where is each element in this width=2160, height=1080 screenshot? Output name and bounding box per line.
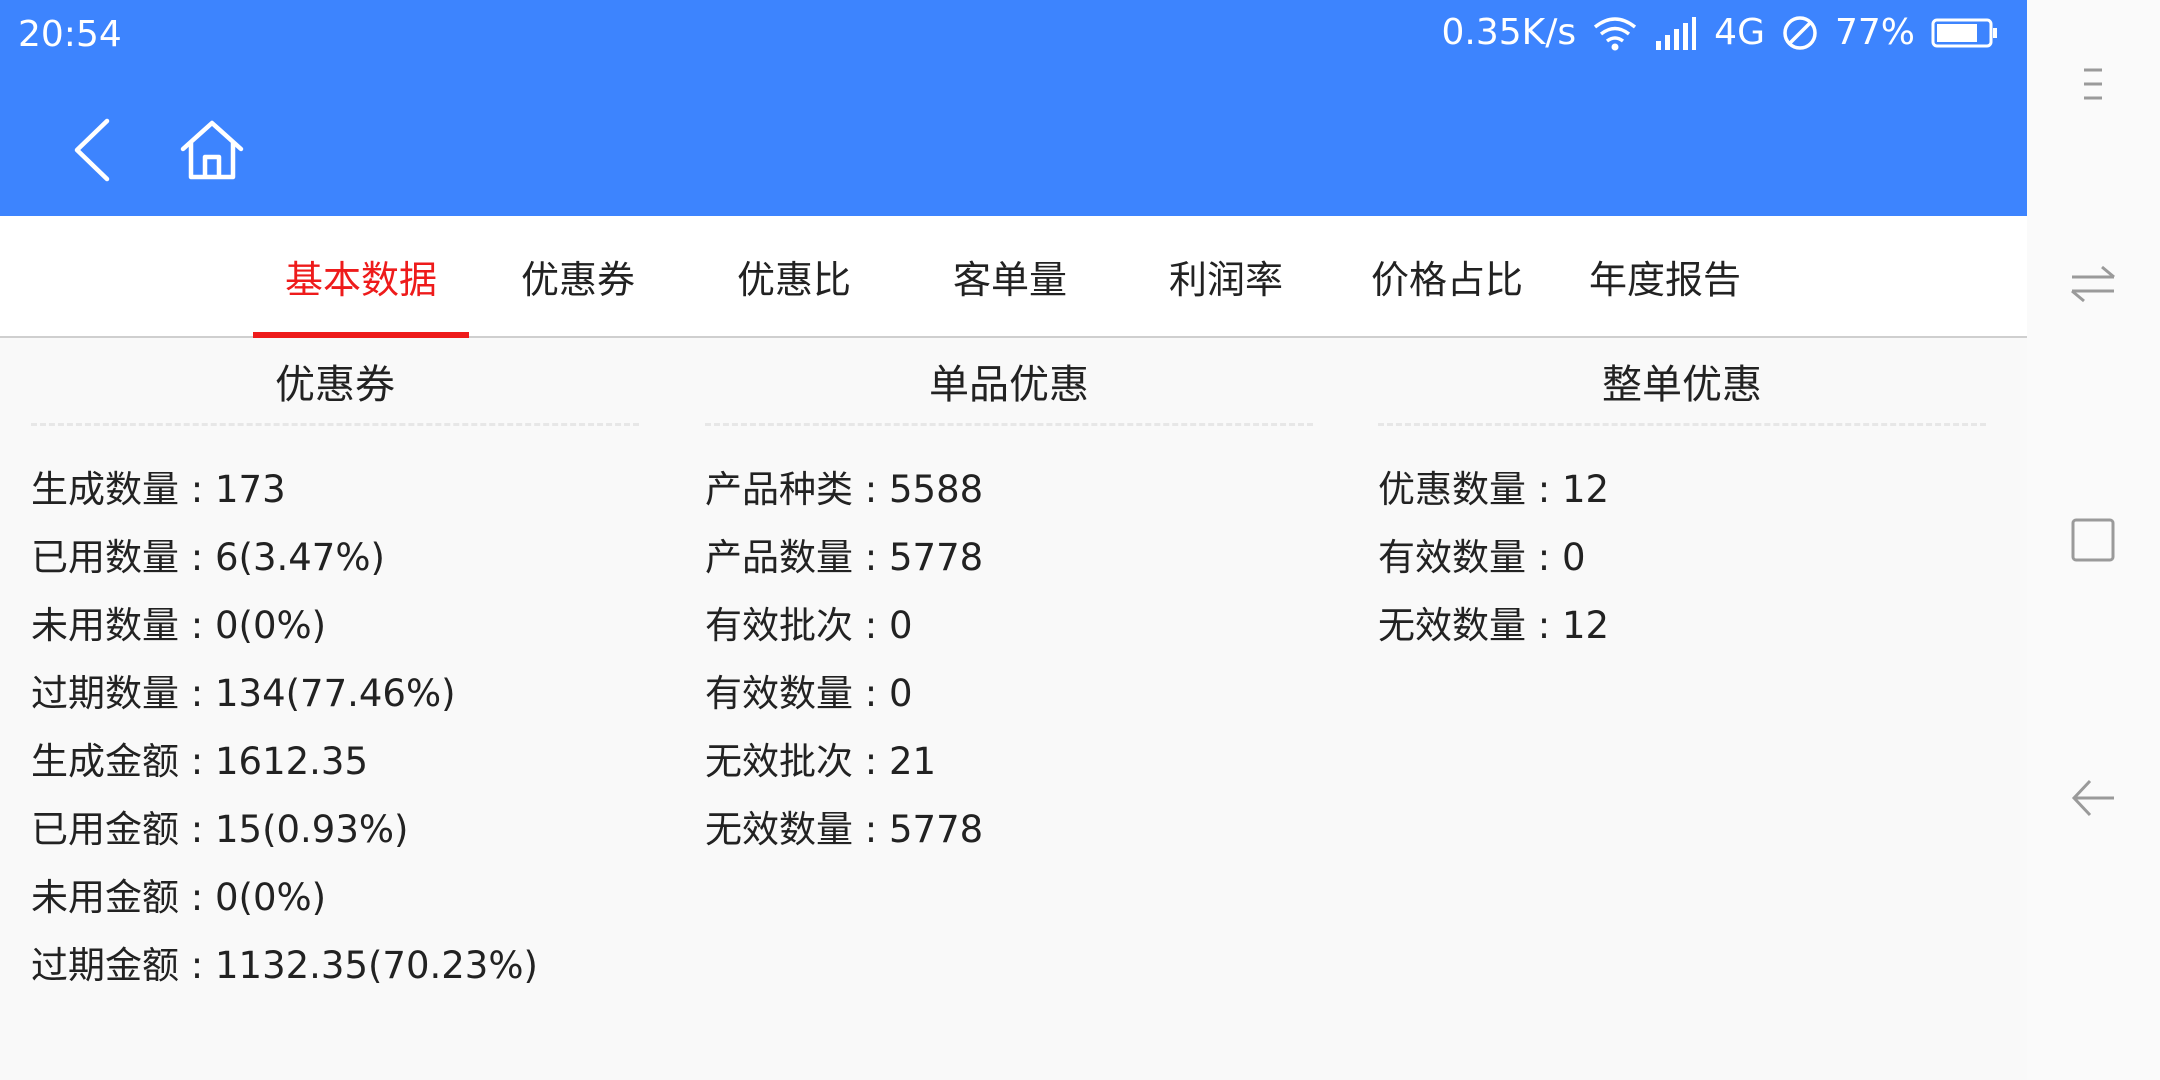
system-nav-bar [2027,0,2160,1080]
tab-basic-data[interactable]: 基本数据 [253,216,469,338]
stat-row: 有效数量 : 0 [1378,536,1586,579]
recent-apps-icon [2071,518,2115,562]
blocked-icon [1781,14,1819,52]
back-button[interactable] [52,110,132,190]
section-title: 优惠券 [31,338,639,426]
home-button[interactable] [172,110,252,190]
tab-order-volume[interactable]: 客单量 [902,216,1118,336]
section-title: 整单优惠 [1378,338,1986,426]
app-screen: 20:54 0.35K/s 4G 77% 基本数据 优惠券 优惠比 客单量 利润… [0,0,2027,1080]
stat-row: 产品种类 : 5588 [705,468,984,511]
stat-row: 未用金额 : 0(0%) [31,876,327,919]
menu-icon [2084,68,2102,100]
switch-button[interactable] [2053,244,2133,324]
section-title: 单品优惠 [705,338,1313,426]
stat-row: 已用金额 : 15(0.93%) [31,808,409,851]
stat-row: 已用数量 : 6(3.47%) [31,536,385,579]
stat-row: 有效数量 : 0 [705,672,913,715]
whole-order-discount-section: 整单优惠 优惠数量 : 12 有效数量 : 0 无效数量 : 12 [1378,338,1986,660]
wifi-icon [1592,15,1638,51]
network-type: 4G [1714,12,1765,53]
stat-row: 生成金额 : 1612.35 [31,740,368,783]
stat-row: 优惠数量 : 12 [1378,468,1610,511]
signal-icon [1654,15,1698,51]
stat-row: 无效数量 : 5778 [705,808,984,851]
tab-profit-rate[interactable]: 利润率 [1118,216,1334,336]
stat-row: 有效批次 : 0 [705,604,913,647]
menu-button[interactable] [2053,44,2133,124]
back-arrow-icon [74,118,110,182]
tab-bar: 基本数据 优惠券 优惠比 客单量 利润率 价格占比 年度报告 [0,216,2027,338]
tab-annual-report[interactable]: 年度报告 [1560,216,1770,336]
home-icon [180,120,244,180]
recent-apps-button[interactable] [2053,500,2133,580]
stat-row: 未用数量 : 0(0%) [31,604,327,647]
system-back-button[interactable] [2053,758,2133,838]
status-time: 20:54 [18,14,122,55]
header-bar: 20:54 0.35K/s 4G 77% [0,0,2027,216]
stat-row: 生成数量 : 173 [31,468,286,511]
tab-discount-ratio[interactable]: 优惠比 [686,216,902,336]
network-speed: 0.35K/s [1441,12,1577,53]
tab-coupons[interactable]: 优惠券 [470,216,686,336]
single-item-discount-section: 单品优惠 产品种类 : 5588 产品数量 : 5778 有效批次 : 0 有效… [705,338,1313,864]
stat-row: 无效批次 : 21 [705,740,937,783]
back-icon [2071,779,2114,817]
tab-price-share[interactable]: 价格占比 [1334,216,1560,336]
stat-row: 过期金额 : 1132.35(70.23%) [31,944,538,987]
content-area: 优惠券 生成数量 : 173 已用数量 : 6(3.47%) 未用数量 : 0(… [0,338,2027,1080]
coupon-section: 优惠券 生成数量 : 173 已用数量 : 6(3.47%) 未用数量 : 0(… [31,338,639,1000]
battery-percent: 77% [1834,12,1915,53]
battery-icon [1931,16,1999,50]
status-bar-right: 0.35K/s 4G 77% [1442,12,1999,53]
stat-row: 过期数量 : 134(77.46%) [31,672,456,715]
stat-row: 产品数量 : 5778 [705,536,984,579]
stat-row: 无效数量 : 12 [1378,604,1610,647]
switch-icon [2071,265,2115,303]
